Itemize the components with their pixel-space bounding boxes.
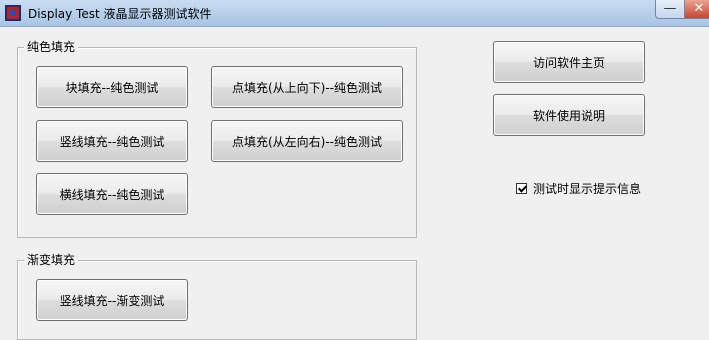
block-fill-solid-button[interactable]: 块填充--纯色测试 — [36, 66, 188, 108]
minimize-button[interactable]: — — [655, 0, 685, 19]
gradient-fill-group-label: 渐变填充 — [24, 253, 79, 267]
horizontal-line-fill-solid-button[interactable]: 横线填充--纯色测试 — [36, 173, 188, 215]
show-tips-option[interactable]: 测试时显示提示信息 — [516, 180, 641, 197]
usage-help-button[interactable]: 软件使用说明 — [493, 94, 645, 136]
solid-fill-group-label: 纯色填充 — [24, 40, 79, 54]
vertical-line-fill-solid-button[interactable]: 竖线填充--纯色测试 — [36, 120, 188, 162]
title-bar[interactable]: Display Test 液晶显示器测试软件 — ✕ — [0, 0, 709, 27]
window-title: Display Test 液晶显示器测试软件 — [28, 7, 212, 21]
app-icon — [5, 5, 21, 21]
close-icon: ✕ — [693, 1, 705, 16]
show-tips-label: 测试时显示提示信息 — [533, 182, 642, 196]
dot-fill-top-down-solid-button[interactable]: 点填充(从上向下)--纯色测试 — [211, 66, 403, 108]
show-tips-checkbox[interactable] — [516, 183, 527, 194]
vertical-line-fill-gradient-button[interactable]: 竖线填充--渐变测试 — [36, 279, 188, 321]
dot-fill-left-right-solid-button[interactable]: 点填充(从左向右)--纯色测试 — [211, 120, 403, 162]
minimize-icon: — — [663, 1, 677, 16]
visit-homepage-button[interactable]: 访问软件主页 — [493, 41, 645, 83]
close-button[interactable]: ✕ — [684, 0, 709, 19]
